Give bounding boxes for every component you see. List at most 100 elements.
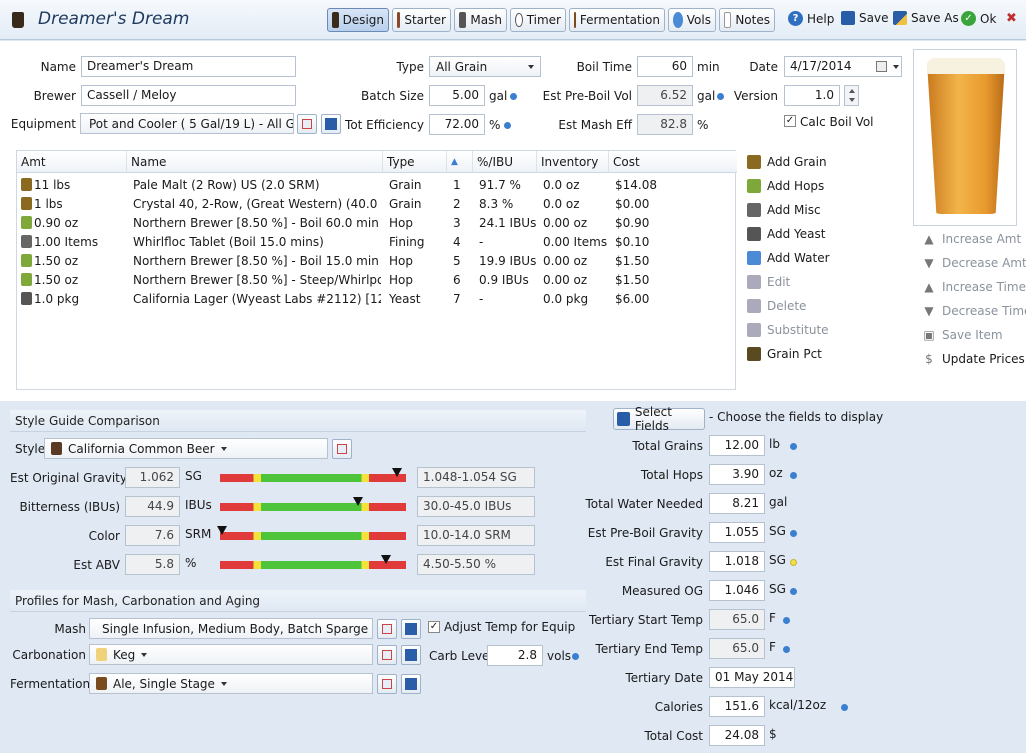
cell-order: 2 (453, 197, 461, 211)
col-header-cost[interactable]: Cost (609, 151, 737, 173)
action-label: Decrease Amt (942, 256, 1026, 270)
tab-design[interactable]: Design (327, 8, 389, 32)
recipe-title: Dreamer's Dream (38, 9, 190, 29)
table-row[interactable]: 0.90 oz Northern Brewer [8.50 %] - Boil 6… (17, 214, 735, 233)
edit-mash-button[interactable] (377, 619, 397, 639)
action-delete-button[interactable]: Delete (747, 299, 806, 313)
cell-amt: 1.50 oz (17, 252, 127, 271)
type-dropdown[interactable]: All Grain (429, 56, 541, 77)
action-edit-button[interactable]: Edit (747, 275, 790, 289)
summary-value[interactable]: 24.08 (709, 725, 765, 746)
boil-time-input[interactable]: 60 (637, 56, 693, 77)
date-picker[interactable]: 4/17/2014 (784, 56, 902, 77)
action-label: Add Water (767, 251, 830, 265)
brewer-input[interactable]: Cassell / Meloy (81, 85, 296, 106)
select-fields-button[interactable]: Select Fields (613, 405, 705, 433)
tab-fermentation[interactable]: Fermentation (569, 8, 665, 32)
edit-icon (747, 275, 761, 289)
efficiency-unit: % (489, 118, 501, 132)
col-header-amt[interactable]: Amt (17, 151, 127, 173)
action-increase-time-button[interactable]: ▲ Increase Time (922, 280, 1026, 294)
tab-timer[interactable]: Timer (510, 8, 566, 32)
action-add-water-button[interactable]: Add Water (747, 251, 830, 265)
style-dropdown[interactable]: California Common Beer (44, 438, 328, 459)
help-button[interactable]: ? Help (788, 11, 834, 26)
action-label: Add Misc (767, 203, 821, 217)
action-label: Substitute (767, 323, 829, 337)
adjust-temp-checkbox[interactable]: ✓ (428, 621, 440, 633)
equipment-dropdown[interactable]: Pot and Cooler ( 5 Gal/19 L) - All Grai (80, 113, 294, 134)
table-row[interactable]: 11 lbs Pale Malt (2 Row) US (2.0 SRM) Grai… (17, 176, 735, 195)
action-increase-amt-button[interactable]: ▲ Increase Amt (922, 232, 1021, 246)
summary-value[interactable]: 3.90 (709, 464, 765, 485)
info-dot[interactable] (840, 704, 848, 711)
summary-value[interactable]: 1.055 (709, 522, 765, 543)
carb-level-input[interactable]: 2.8 (487, 645, 543, 666)
tab-notes[interactable]: Notes (719, 8, 775, 32)
action-decrease-amt-button[interactable]: ▼ Decrease Amt (922, 256, 1026, 270)
beer-glass-icon (927, 62, 1005, 214)
mash-profile-dropdown[interactable]: Single Infusion, Medium Body, Batch Spar… (89, 618, 373, 639)
efficiency-input[interactable]: 72.00 (429, 114, 485, 135)
summary-label: Tertiary Date (625, 671, 703, 685)
action-grain-pct-button[interactable]: Grain Pct (747, 347, 822, 361)
info-dot[interactable] (504, 122, 511, 129)
action-substitute-button[interactable]: Substitute (747, 323, 829, 337)
summary-value[interactable]: 12.00 (709, 435, 765, 456)
summary-value[interactable]: 1.018 (709, 551, 765, 572)
tab-vols[interactable]: Vols (668, 8, 716, 32)
edit-carbonation-button[interactable] (377, 645, 397, 665)
edit-fermentation-button[interactable] (377, 674, 397, 694)
col-header-name[interactable]: Name (127, 151, 383, 173)
version-spinner[interactable] (844, 85, 859, 106)
summary-value[interactable]: 8.21 (709, 493, 765, 514)
table-row[interactable]: 1.50 oz Northern Brewer [8.50 %] - Boil 1… (17, 252, 735, 271)
action-add-hops-button[interactable]: Add Hops (747, 179, 824, 193)
cell-amt-text: 0.90 oz (34, 216, 79, 230)
table-row[interactable]: 1.00 Items Whirlfloc Tablet (Boil 15.0 mi… (17, 233, 735, 252)
edit-style-button[interactable] (332, 439, 352, 459)
edit-icon (382, 624, 392, 634)
summary-value[interactable]: 01 May 2014 (709, 667, 795, 688)
cell-name: Pale Malt (2 Row) US (2.0 SRM) (133, 178, 320, 192)
col-header-pct-ibu[interactable]: %/IBU (473, 151, 537, 173)
version-input[interactable]: 1.0 (784, 85, 840, 106)
save-equipment-button[interactable] (321, 114, 341, 134)
fermentation-dropdown[interactable]: Ale, Single Stage (89, 673, 373, 694)
name-input[interactable]: Dreamer's Dream (81, 56, 296, 77)
cell-name: Northern Brewer [8.50 %] - Steep/Whirlpo… (133, 273, 381, 287)
save-as-button[interactable]: Save As (893, 11, 959, 25)
arrow-up-icon: ▲ (924, 280, 934, 294)
action-save-item-button[interactable]: ▣ Save Item (922, 328, 1002, 342)
batch-size-input[interactable]: 5.00 (429, 85, 485, 106)
info-dot[interactable] (717, 93, 724, 100)
summary-value[interactable]: 151.6 (709, 696, 765, 717)
arrow-up-icon: ▲ (924, 232, 934, 246)
carbonation-dropdown[interactable]: Keg (89, 644, 373, 665)
close-button[interactable]: ✖ (1006, 11, 1017, 26)
table-row[interactable]: 1.0 pkg California Lager (Wyeast Labs #21… (17, 290, 735, 309)
info-dot[interactable] (510, 93, 517, 100)
action-add-misc-button[interactable]: Add Misc (747, 203, 821, 217)
action-add-grain-button[interactable]: Add Grain (747, 155, 827, 169)
col-header-inventory[interactable]: Inventory (537, 151, 609, 173)
calc-boil-vol-checkbox[interactable]: ✓ (784, 115, 796, 127)
col-header-type[interactable]: Type (383, 151, 447, 173)
action-decrease-time-button[interactable]: ▼ Decrease Time (922, 304, 1026, 318)
edit-equipment-button[interactable] (297, 114, 317, 134)
tab-mash[interactable]: Mash (454, 8, 507, 32)
arrow-down-icon: ▼ (924, 304, 934, 318)
summary-value[interactable]: 1.046 (709, 580, 765, 601)
ok-button[interactable]: ✓ Ok (961, 11, 996, 26)
save-carbonation-button[interactable] (401, 645, 421, 665)
table-row[interactable]: 1 lbs Crystal 40, 2-Row, (Great Western) … (17, 195, 735, 214)
save-mash-button[interactable] (401, 619, 421, 639)
save-button[interactable]: Save (841, 11, 888, 25)
col-header-sort[interactable]: ▲ (447, 151, 473, 173)
style-row-label: Est ABV (73, 558, 120, 572)
action-add-yeast-button[interactable]: Add Yeast (747, 227, 825, 241)
tab-starter[interactable]: Starter (392, 8, 451, 32)
table-row[interactable]: 1.50 oz Northern Brewer [8.50 %] - Steep/… (17, 271, 735, 290)
save-fermentation-button[interactable] (401, 674, 421, 694)
action-update-prices-button[interactable]: $ Update Prices (922, 352, 1025, 366)
